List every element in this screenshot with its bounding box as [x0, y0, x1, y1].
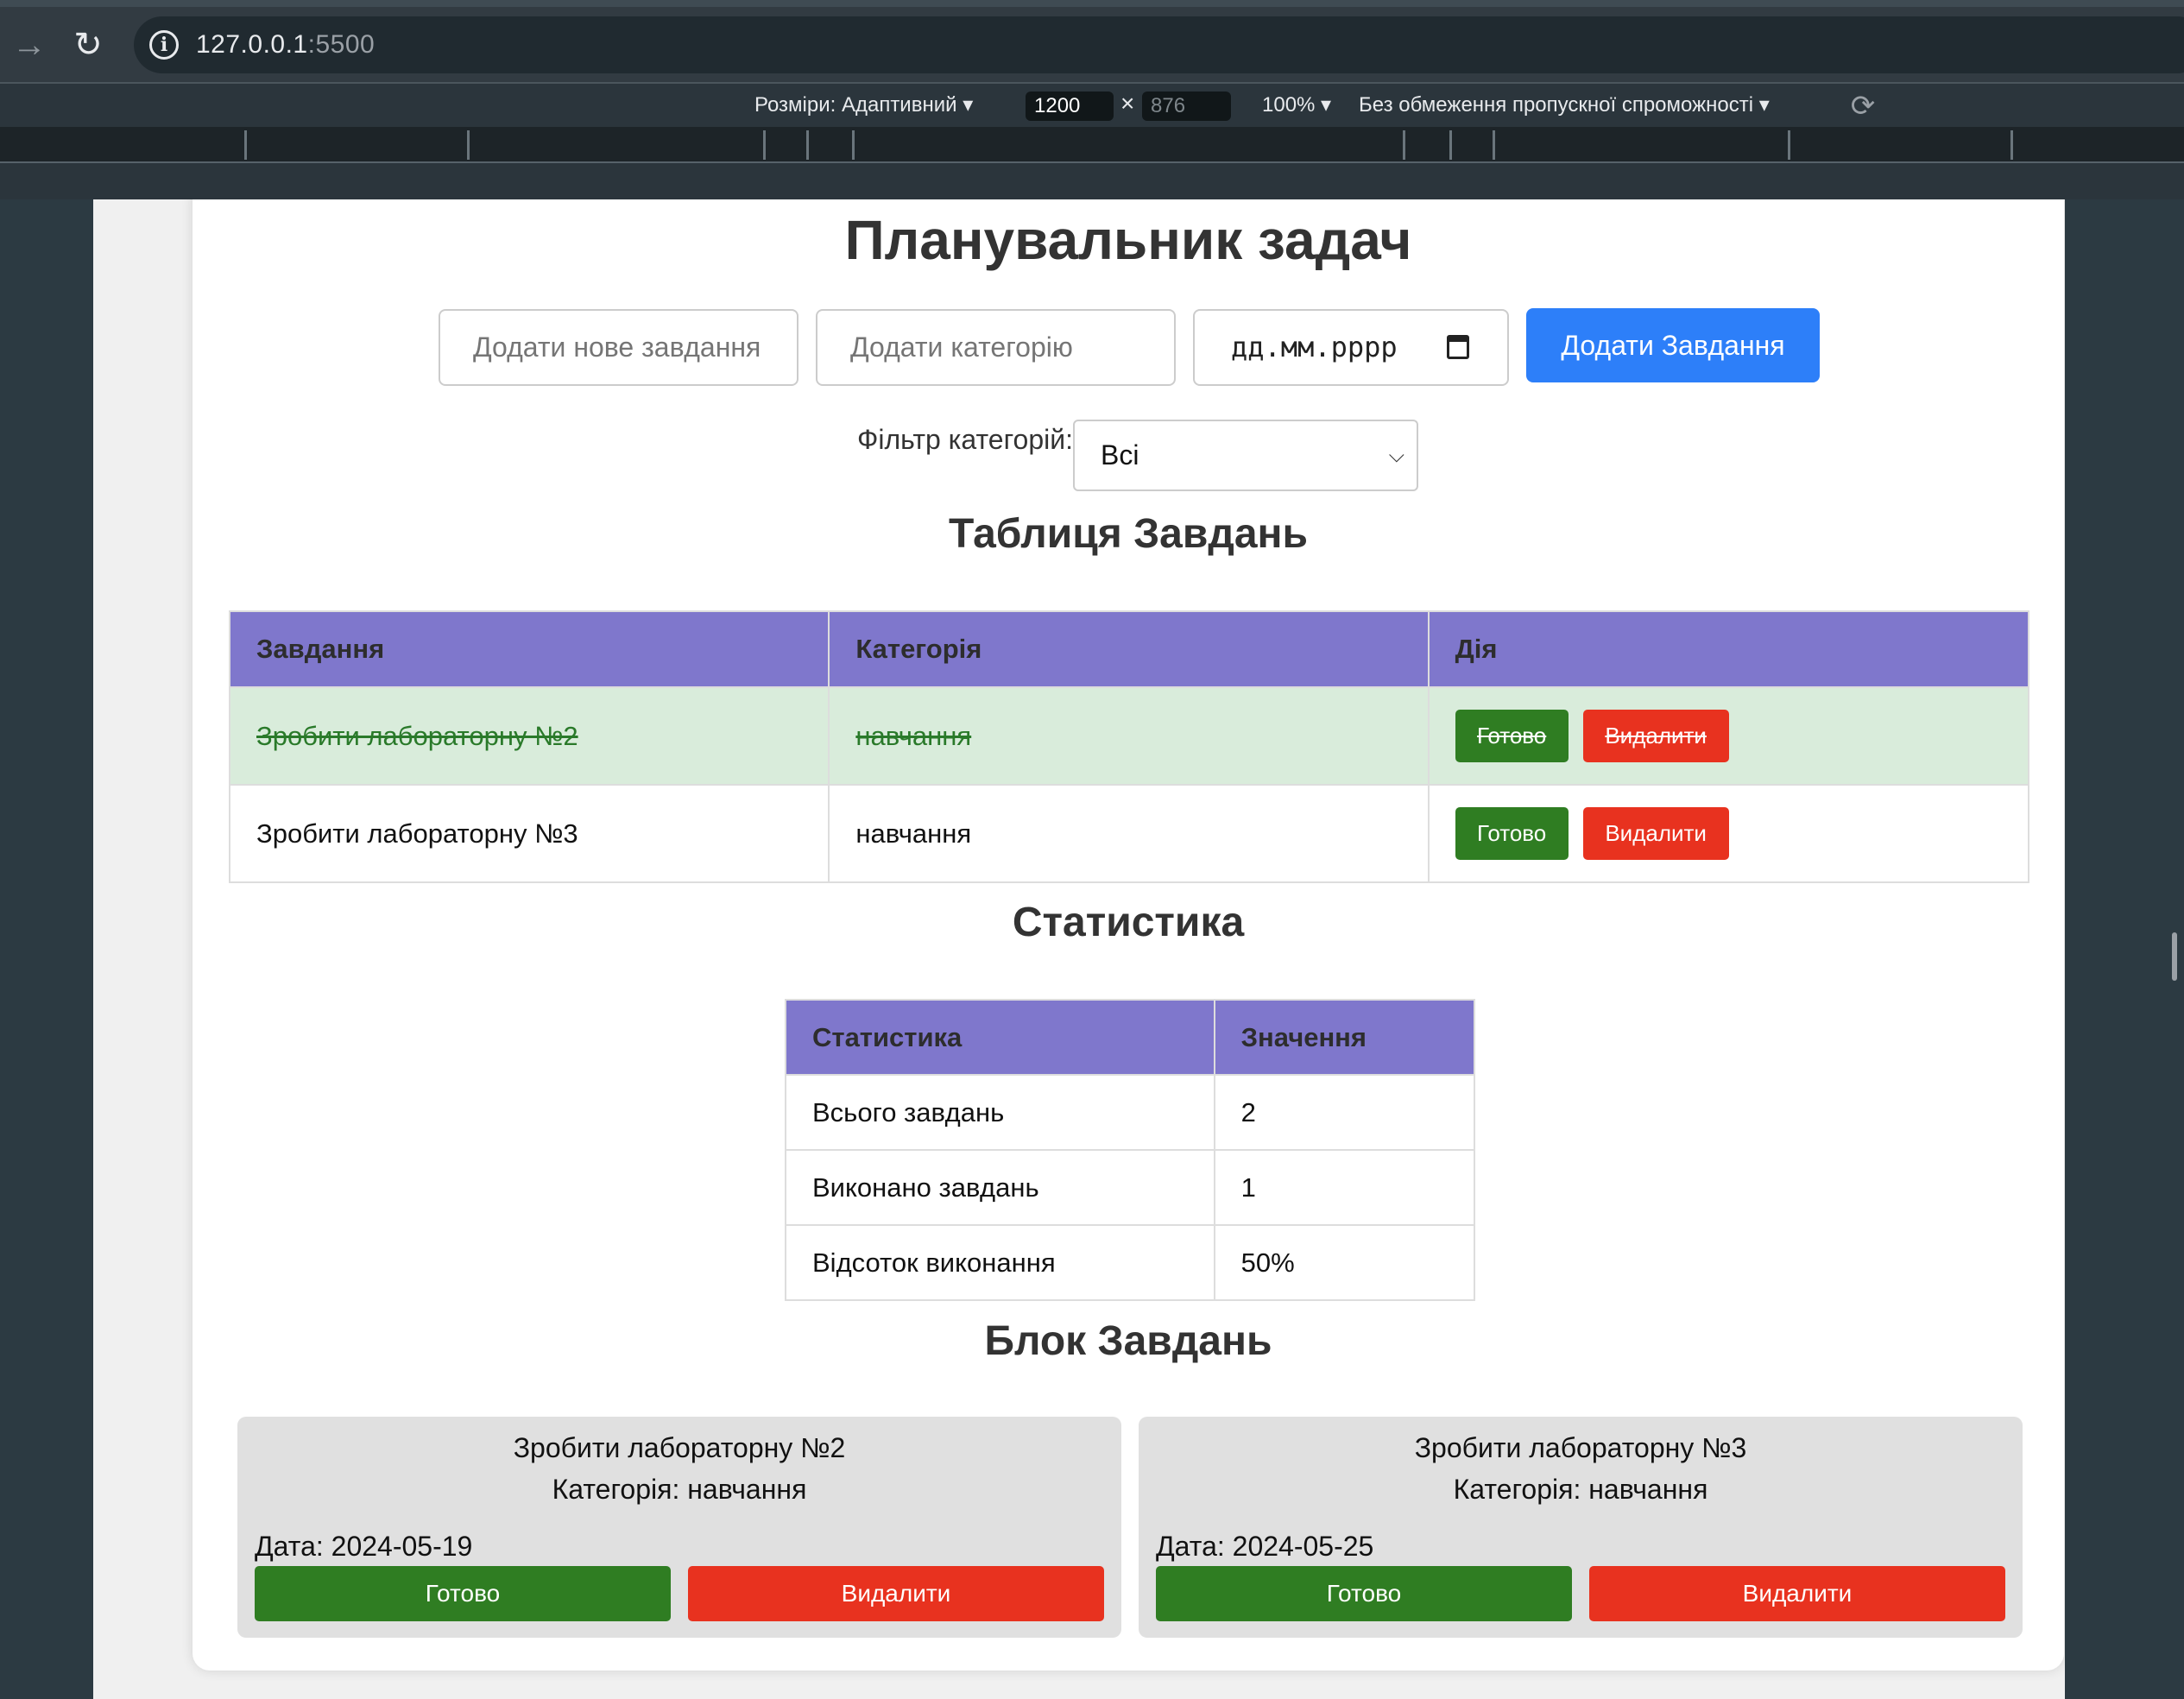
category-filter-label: Фільтр категорій:	[857, 424, 1073, 455]
table-row: Зробити лабораторну №2 навчання Готово Ви…	[228, 686, 2030, 786]
stats-table: Статистика Значення Всього завдань 2 Вик…	[785, 999, 1476, 1301]
card-category: Категорія: навчання	[1453, 1474, 1708, 1505]
page-title: Планувальник задач	[844, 209, 1412, 271]
stats-heading: Статистика	[1012, 900, 1245, 945]
ruler-tick	[1788, 130, 1790, 160]
throttling-dropdown[interactable]: Без обмеження пропускної спроможності ▾	[1359, 92, 1770, 117]
task-cell: Зробити лабораторну №3	[228, 784, 830, 883]
category-cell: навчання	[828, 784, 1430, 883]
card-title: Зробити лабораторну №2	[513, 1432, 846, 1463]
stats-row: Виконано завдань 1	[785, 1149, 1476, 1226]
browser-address-bar: → ↻ i 127.0.0.1:5500	[0, 0, 2184, 82]
stat-label: Відсоток виконання	[785, 1224, 1215, 1301]
action-cell: Готово Видалити	[1427, 686, 2030, 786]
url-text: 127.0.0.1:5500	[196, 30, 376, 59]
stat-value: 1	[1213, 1149, 1476, 1226]
header-action: Дія	[1427, 610, 2030, 688]
new-task-input[interactable]: Додати нове завдання	[439, 309, 798, 386]
card-date: Дата: 2024-05-19	[255, 1531, 473, 1562]
ruler-tick	[244, 130, 247, 160]
header-category: Категорія	[828, 610, 1430, 688]
stats-header-row: Статистика Значення	[785, 999, 1476, 1076]
ruler-tick	[1449, 130, 1452, 160]
card-done-button[interactable]: Готово	[255, 1566, 671, 1621]
calendar-icon[interactable]	[1447, 335, 1469, 359]
stat-label: Виконано завдань	[785, 1149, 1215, 1226]
chevron-down-icon: ⌵	[1388, 444, 1404, 467]
card-delete-button[interactable]: Видалити	[688, 1566, 1104, 1621]
task-block-heading: Блок Завдань	[984, 1318, 1272, 1364]
site-info-icon[interactable]: i	[149, 30, 179, 60]
viewport-height-input[interactable]: 876	[1142, 92, 1231, 121]
stats-row: Відсоток виконання 50%	[785, 1224, 1476, 1301]
task-card: Зробити лабораторну №3 Категорія: навчан…	[1139, 1417, 2023, 1638]
rotate-icon[interactable]: ⟳	[1846, 89, 1880, 123]
ruler-tick	[467, 130, 470, 160]
task-table: Завдання Категорія Дія Зробити лаборатор…	[228, 610, 2030, 883]
date-placeholder: дд.мм.рррр	[1231, 331, 1398, 363]
stat-value: 2	[1213, 1074, 1476, 1151]
card-date: Дата: 2024-05-25	[1156, 1531, 1374, 1562]
delete-button[interactable]: Видалити	[1582, 710, 1729, 762]
toolbar-spacer	[0, 163, 2184, 199]
task-cell: Зробити лабораторну №2	[228, 686, 830, 786]
media-query-ruler[interactable]	[0, 127, 2184, 163]
category-cell: навчання	[828, 686, 1430, 786]
card-title: Зробити лабораторну №3	[1414, 1432, 1747, 1463]
card-done-button[interactable]: Готово	[1156, 1566, 1572, 1621]
dimension-separator: ×	[1120, 90, 1135, 117]
reload-icon[interactable]: ↻	[69, 26, 107, 64]
filter-selected-value: Всі	[1101, 439, 1139, 471]
header-task: Завдання	[228, 610, 830, 688]
viewport-width-input[interactable]: 1200	[1026, 92, 1114, 121]
scrollbar-thumb[interactable]	[2172, 932, 2177, 981]
stat-value: 50%	[1213, 1224, 1476, 1301]
category-input[interactable]: Додати категорію	[816, 309, 1176, 386]
done-button[interactable]: Готово	[1455, 710, 1569, 762]
device-toolbar: Розміри: Адаптивний ▾ 1200 × 876 100% ▾ …	[0, 82, 2184, 127]
dimensions-dropdown[interactable]: Розміри: Адаптивний ▾	[754, 92, 973, 117]
task-card: Зробити лабораторну №2 Категорія: навчан…	[237, 1417, 1121, 1638]
category-filter-select[interactable]: Всі ⌵	[1073, 420, 1418, 491]
ruler-tick	[2010, 130, 2013, 160]
table-header-row: Завдання Категорія Дія	[228, 610, 2030, 688]
delete-button[interactable]: Видалити	[1582, 807, 1729, 860]
header-value: Значення	[1213, 999, 1476, 1076]
header-stat: Статистика	[785, 999, 1215, 1076]
ruler-tick	[806, 130, 809, 160]
task-table-heading: Таблиця Завдань	[948, 511, 1309, 557]
ruler-tick	[1493, 130, 1495, 160]
date-input[interactable]: дд.мм.рррр	[1193, 309, 1509, 386]
card-delete-button[interactable]: Видалити	[1589, 1566, 2005, 1621]
done-button[interactable]: Готово	[1455, 807, 1569, 860]
page-viewport: Планувальник задач Додати нове завдання …	[93, 199, 2065, 1699]
forward-arrow-icon[interactable]: →	[10, 26, 48, 64]
card-category: Категорія: навчання	[552, 1474, 807, 1505]
action-cell: Готово Видалити	[1427, 784, 2030, 883]
stats-row: Всього завдань 2	[785, 1074, 1476, 1151]
url-field[interactable]: i 127.0.0.1:5500	[134, 16, 2184, 73]
add-task-button[interactable]: Додати Завдання	[1526, 308, 1820, 382]
ruler-tick	[852, 130, 855, 160]
ruler-tick	[1403, 130, 1405, 160]
planner-container: Планувальник задач Додати нове завдання …	[193, 199, 2064, 1671]
stat-label: Всього завдань	[785, 1074, 1215, 1151]
table-row: Зробити лабораторну №3 навчання Готово Ви…	[228, 784, 2030, 883]
ruler-tick	[763, 130, 766, 160]
zoom-dropdown[interactable]: 100% ▾	[1262, 92, 1331, 117]
task-cards: Зробити лабораторну №2 Категорія: навчан…	[237, 1417, 2023, 1638]
